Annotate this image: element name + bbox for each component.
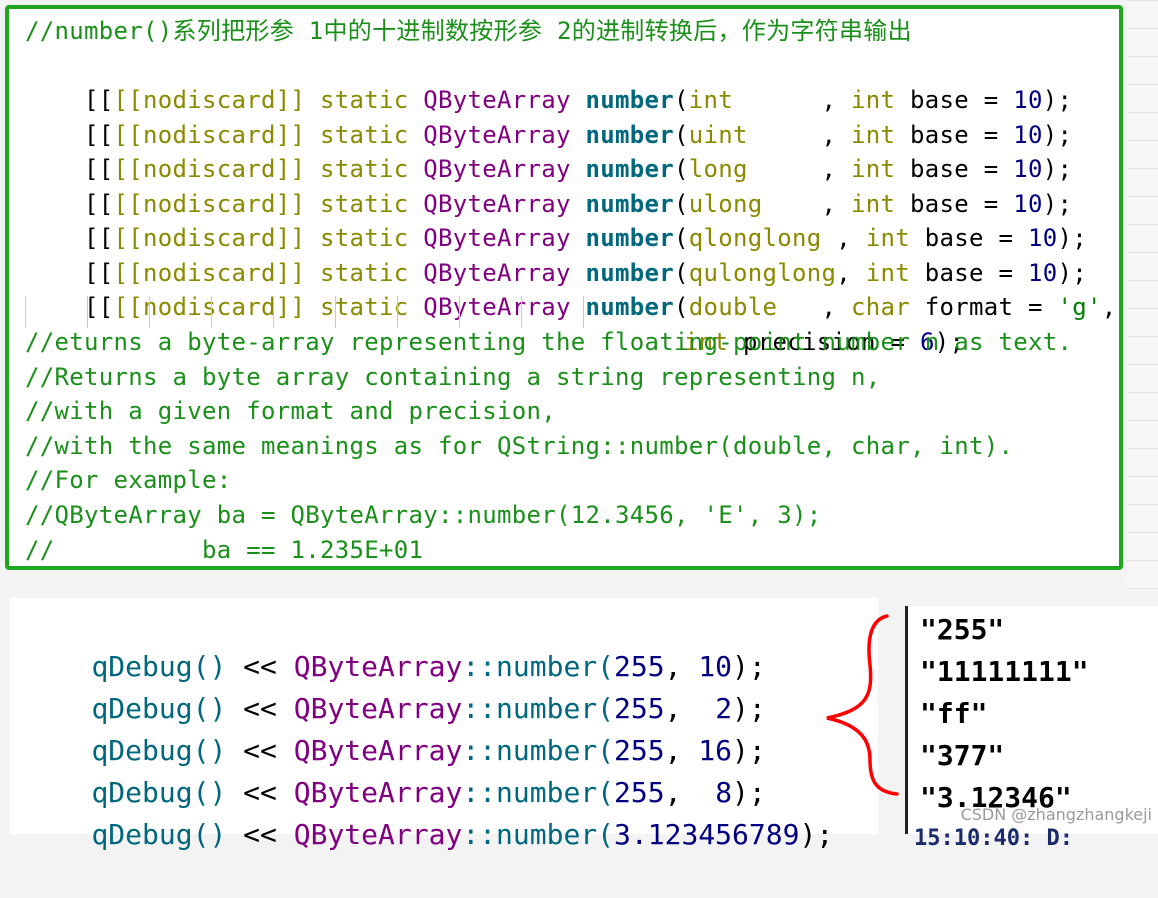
doc-comment: //eturns a byte-array representing the f… (25, 328, 1073, 356)
decl-static: static (320, 293, 409, 321)
declaration-code-box: //number()系列把形参 1中的十进制数按形参 2的进制转换后，作为字符串… (5, 5, 1123, 570)
call-end: ); (799, 818, 834, 851)
call-op: << (226, 818, 294, 851)
decl-line: [[[[nodiscard]] static QByteArray number… (25, 153, 1072, 218)
red-brace-annotation (826, 614, 899, 796)
decl-end: , (1101, 293, 1117, 321)
doc-comment: //Returns a byte array containing a stri… (25, 363, 881, 391)
indent-guide (211, 296, 212, 328)
decl-line: [[[[nodiscard]] static QByteArray number… (25, 49, 1072, 114)
output-line: "ff" (920, 697, 988, 730)
decl-line: [[[[nodiscard]] static QByteArray number… (25, 118, 1072, 183)
doc-comment: // ba == 1.235E+01 (25, 536, 424, 564)
debug-call-line: qDebug() << QByteArray::number(3.1234567… (24, 772, 833, 851)
example-code-box: qDebug() << QByteArray::number(255, 10);… (10, 598, 878, 851)
continuation-line: int precision = 6); (625, 291, 964, 356)
doc-comment: //QByteArray ba = QByteArray::number(12.… (25, 501, 822, 529)
editor-side-strip (1127, 0, 1158, 590)
indent-guide (273, 296, 274, 328)
decl-line: [[[[nodiscard]] static QByteArray number… (25, 187, 1087, 252)
header-comment: //number()系列把形参 1中的十进制数按形参 2的进制转换后，作为字符串… (25, 17, 912, 45)
indent-guide (459, 296, 460, 328)
output-line: "255" (920, 613, 1005, 646)
debug-call-line: qDebug() << QByteArray::number(255, 2); (24, 646, 765, 725)
decl-class: QByteArray (423, 293, 571, 321)
watermark: CSDN @zhangzhangkeji (960, 805, 1152, 824)
call-fn: qDebug() (91, 818, 227, 851)
indent-guide (521, 296, 522, 328)
debug-output-panel: "255" "11111111" "ff" "377" "3.12346" (905, 606, 1158, 834)
debug-call-line: qDebug() << QByteArray::number(255, 16); (24, 688, 765, 767)
call-arg1: 3.123456789 (614, 818, 800, 851)
doc-comment: //For example: (25, 466, 232, 494)
indent-guide (397, 296, 398, 328)
decl-line: [[[[nodiscard]] static QByteArray number… (25, 84, 1072, 149)
debug-call-line: qDebug() << QByteArray::number(255, 10); (24, 604, 765, 683)
decl-val: 'g' (1057, 293, 1102, 321)
indent-guide (335, 296, 336, 328)
doc-comment: //with a given format and precision, (25, 397, 556, 425)
call-scope: ::number( (462, 818, 615, 851)
cutoff-output-line: 15:10:40: D: (914, 826, 1073, 851)
decl-line: [[[[nodiscard]] static QByteArray number… (25, 222, 1087, 287)
call-class: QByteArray (293, 818, 463, 851)
indent-guide (25, 296, 26, 328)
output-line: "377" (920, 739, 1005, 772)
indent-guide (149, 296, 150, 328)
output-line: "11111111" (920, 655, 1089, 688)
decl-line: [[[[nodiscard]] static QByteArray number… (25, 256, 1117, 321)
indent-guide (87, 296, 88, 328)
doc-comment: //with the same meanings as for QString:… (25, 432, 1014, 460)
debug-call-line: qDebug() << QByteArray::number(255, 8); (24, 730, 765, 809)
decl-attr: [[nodiscard]] (113, 293, 306, 321)
indent-guide (583, 296, 584, 328)
decl-bracket-open: [[ (84, 293, 114, 321)
